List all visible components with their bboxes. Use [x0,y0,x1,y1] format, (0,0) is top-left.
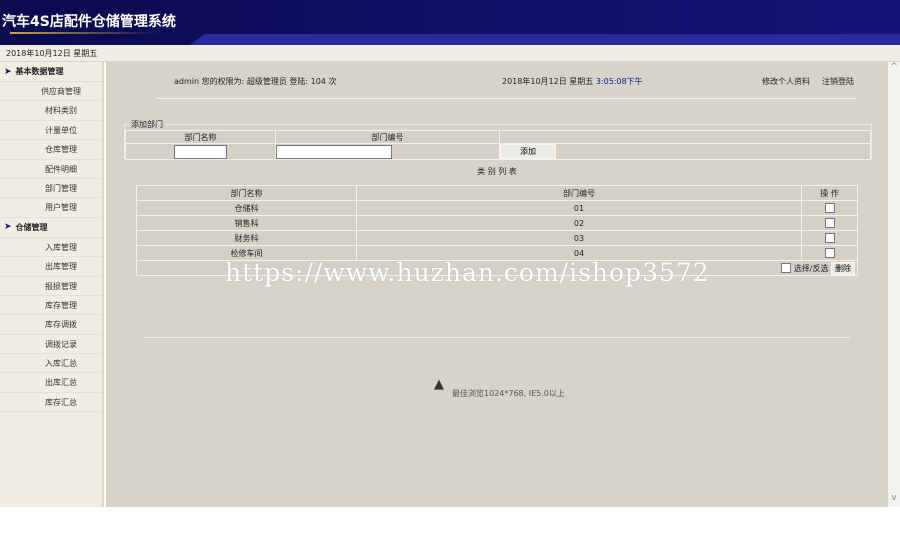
edit-profile-link[interactable]: 修改个人资料 [762,76,810,87]
logout-link[interactable]: 注销登陆 [822,76,854,87]
col-code-label: 部门编号 [275,130,500,144]
sidebar-item[interactable]: 入库管理 [0,238,102,258]
sidebar-group[interactable]: ➤ 基本数据管理 [0,62,102,82]
add-department-form: 添加部门 部门名称 部门编号 添加 [124,119,872,160]
header-name: 部门名称 [136,185,357,201]
cell-name: 销售科 [136,215,357,231]
cell-code: 03 [356,230,802,246]
table-row: 销售科 02 [136,215,858,231]
sidebar-group-label: 基本数据管理 [15,67,64,76]
current-datetime: 2018年10月12日 星期五 3:05:08下午 [502,76,643,87]
col-name-label: 部门名称 [125,130,276,144]
cell-name: 财务科 [136,230,357,246]
sidebar-item[interactable]: 调拨记录 [0,335,102,355]
divider [144,337,850,338]
department-code-input[interactable] [276,144,392,159]
sidebar-item[interactable]: 计量单位 [0,121,102,141]
row-checkbox[interactable] [824,203,835,213]
header-code: 部门编号 [356,185,802,201]
scrollbar[interactable]: ^ v [888,62,900,507]
cell-code: 02 [356,215,802,231]
cell-name: 仓储科 [136,200,357,216]
sidebar-item[interactable]: 出库汇总 [0,373,102,393]
list-title: 类 别 列 表 [477,167,517,176]
row-checkbox[interactable] [824,233,835,243]
form-legend: 添加部门 [131,120,163,129]
sidebar-group-label: 仓储管理 [15,222,48,232]
delete-button[interactable]: 删除 [831,261,855,275]
sidebar-group[interactable]: ➤ 仓储管理 [0,218,102,238]
arrow-up-icon: ▲ [434,377,444,392]
current-date: 2018年10月12日 星期五 [502,77,594,86]
sidebar-item[interactable]: 配件明细 [0,160,102,179]
browser-note: 最佳浏览1024*768, IE5.0以上 [452,389,565,398]
sidebar-item[interactable]: 入库汇总 [0,354,102,374]
chevron-right-icon: ➤ [4,66,12,77]
scroll-up-icon[interactable]: ^ [888,62,900,72]
row-checkbox[interactable] [824,248,835,258]
divider [156,98,856,99]
sidebar-item[interactable]: 仓库管理 [0,140,102,160]
department-name-input[interactable] [174,144,227,159]
date-bar: 2018年10月12日 星期五 [0,45,900,62]
sidebar-item[interactable]: 部门管理 [0,179,102,199]
scroll-down-icon[interactable]: v [888,493,900,503]
cell-code: 01 [356,200,802,216]
sidebar-item[interactable]: 材料类别 [0,101,102,121]
title-underline [10,32,160,34]
table-row: 财务科 03 [136,230,858,246]
watermark: https://www.huzhan.com/ishop3572 [225,258,710,287]
user-info: admin 您的权限为: 超级管理员 登陆: 104 次 [174,77,337,86]
header-strip [190,34,900,45]
app-title: 汽车4S店配件仓储管理系统 [2,14,176,30]
row-checkbox[interactable] [824,218,835,228]
current-time: 3:05:08下午 [595,77,643,86]
sidebar-item[interactable]: 库存管理 [0,296,102,316]
select-all-checkbox[interactable] [781,263,792,273]
sidebar-item[interactable]: 库存汇总 [0,393,102,413]
table-row: 仓储科 01 [136,200,858,216]
select-all-label: 选择/反选 [793,263,829,273]
sidebar-item[interactable]: 报损管理 [0,277,102,296]
add-button[interactable]: 添加 [500,144,556,159]
sidebar-item[interactable]: 供应商管理 [0,82,102,102]
chevron-right-icon: ➤ [4,222,12,233]
sidebar-item[interactable]: 出库管理 [0,257,102,277]
sidebar-item[interactable]: 库存调拨 [0,315,102,335]
header-action: 操 作 [801,185,858,201]
app-header: 汽车4S店配件仓储管理系统 [0,0,900,45]
sidebar: ➤ 基本数据管理 供应商管理 材料类别 计量单位 仓库管理 配件明细 部门管理 用户管理 ➤ 仓储管… [0,62,104,507]
sidebar-item[interactable]: 用户管理 [0,198,102,218]
